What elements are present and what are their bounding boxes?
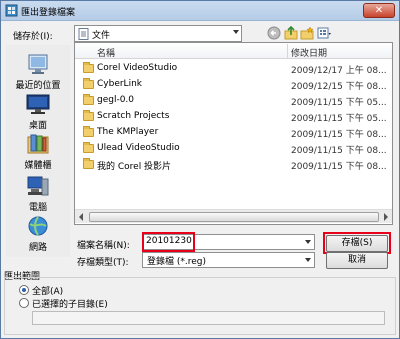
places-bar: 最近的位置 桌面 媒體櫃 電腦 網路: [6, 45, 70, 257]
list-item[interactable]: Corel VideoStudio 2009/12/17 上午 08...: [75, 62, 392, 76]
file-name: Corel VideoStudio: [97, 63, 178, 73]
filename-highlight: [142, 232, 195, 252]
desktop-icon: [26, 94, 50, 114]
scroll-left-icon[interactable]: [79, 213, 83, 221]
file-date: 2009/12/15 下午 08...: [291, 82, 387, 92]
chevron-down-icon[interactable]: [305, 240, 311, 244]
chevron-down-icon[interactable]: [305, 258, 311, 262]
file-name: Scratch Projects: [97, 111, 170, 121]
folder-icon: [83, 142, 94, 153]
folder-icon: [83, 78, 94, 89]
filetype-select[interactable]: 登錄檔 (*.reg): [142, 252, 315, 268]
place-libraries[interactable]: 媒體櫃: [6, 133, 70, 171]
place-label-computer: 電腦: [28, 203, 47, 213]
folder-icon: [83, 110, 94, 121]
radio-selected-label: 已選擇的子目錄(E): [32, 300, 108, 310]
scrollbar-thumb[interactable]: [89, 212, 379, 222]
chevron-down-icon: [233, 30, 239, 34]
file-name: 我的 Corel 投影片: [97, 162, 172, 172]
column-divider[interactable]: [287, 44, 288, 58]
view-menu-icon[interactable]: [317, 26, 331, 40]
folder-icon: [83, 62, 94, 73]
file-list[interactable]: 名稱 修改日期 Corel VideoStudio 2009/12/17 上午 …: [74, 42, 393, 225]
scroll-right-icon[interactable]: [384, 213, 388, 221]
list-item[interactable]: Ulead VideoStudio 2009/11/15 下午 08...: [75, 142, 392, 156]
file-date: 2009/12/17 上午 08...: [291, 66, 387, 76]
computer-icon: [27, 176, 49, 196]
place-network[interactable]: 網路: [6, 215, 70, 253]
radio-all-label: 全部(A): [32, 287, 64, 297]
file-date: 2009/11/15 下午 05...: [291, 98, 387, 108]
place-label-network: 網路: [28, 243, 47, 253]
title-bar: 匯出登錄檔案 ✕: [1, 1, 399, 21]
list-header: 名稱 修改日期: [75, 43, 392, 59]
radio-all[interactable]: [19, 285, 29, 295]
list-item[interactable]: gegl-0.0 2009/11/15 下午 05...: [75, 94, 392, 108]
location-combo[interactable]: 文件: [74, 25, 242, 42]
list-item[interactable]: The KMPlayer 2009/11/15 下午 08...: [75, 126, 392, 140]
export-registry-dialog: 匯出登錄檔案 ✕ 儲存於(I): 文件 最近的位置 桌面 媒體櫃 電腦 網路 名…: [0, 0, 400, 339]
file-date: 2009/11/15 下午 05...: [291, 114, 387, 124]
file-name: gegl-0.0: [97, 95, 135, 105]
folder-icon: [83, 126, 94, 137]
place-desktop[interactable]: 桌面: [6, 93, 70, 131]
list-item[interactable]: Scratch Projects 2009/11/15 下午 05...: [75, 110, 392, 124]
back-arrow-icon[interactable]: [267, 26, 281, 40]
documents-icon: [78, 28, 89, 40]
folder-icon: [83, 158, 94, 169]
save-button-highlight: [323, 232, 391, 254]
close-button[interactable]: ✕: [363, 3, 395, 18]
up-folder-icon[interactable]: [284, 26, 298, 40]
window-title: 匯出登錄檔案: [21, 8, 76, 18]
location-label: 儲存於(I):: [13, 32, 53, 42]
list-item[interactable]: CyberLink 2009/12/15 下午 08...: [75, 78, 392, 92]
place-label-desktop: 桌面: [28, 121, 47, 131]
filetype-label: 存檔類型(T):: [77, 258, 129, 268]
registry-icon: [5, 4, 18, 17]
recent-places-icon: [28, 54, 48, 74]
place-recent[interactable]: 最近的位置: [6, 53, 70, 91]
column-date-header[interactable]: 修改日期: [291, 46, 327, 59]
new-folder-icon[interactable]: [300, 26, 314, 40]
file-name: The KMPlayer: [97, 127, 159, 137]
cancel-button[interactable]: 取消: [326, 252, 388, 269]
file-date: 2009/11/15 下午 08...: [291, 146, 387, 156]
folder-icon: [83, 94, 94, 105]
network-icon: [28, 216, 48, 236]
libraries-icon: [27, 134, 49, 154]
file-date: 2009/11/15 下午 08...: [291, 162, 387, 172]
place-computer[interactable]: 電腦: [6, 175, 70, 213]
column-name-header[interactable]: 名稱: [97, 46, 115, 59]
filename-label: 檔案名稱(N):: [77, 241, 130, 251]
file-name: CyberLink: [97, 79, 142, 89]
file-name: Ulead VideoStudio: [97, 143, 180, 153]
list-item[interactable]: 我的 Corel 投影片 2009/11/15 下午 08...: [75, 158, 392, 172]
filetype-value: 登錄檔 (*.reg): [147, 257, 206, 267]
horizontal-scrollbar[interactable]: [75, 209, 392, 223]
location-value: 文件: [92, 31, 111, 41]
branch-path-input[interactable]: [32, 311, 385, 325]
place-label-recent: 最近的位置: [15, 81, 61, 91]
place-label-libraries: 媒體櫃: [24, 161, 52, 171]
radio-selected-branch[interactable]: [19, 298, 29, 308]
file-date: 2009/11/15 下午 08...: [291, 130, 387, 140]
